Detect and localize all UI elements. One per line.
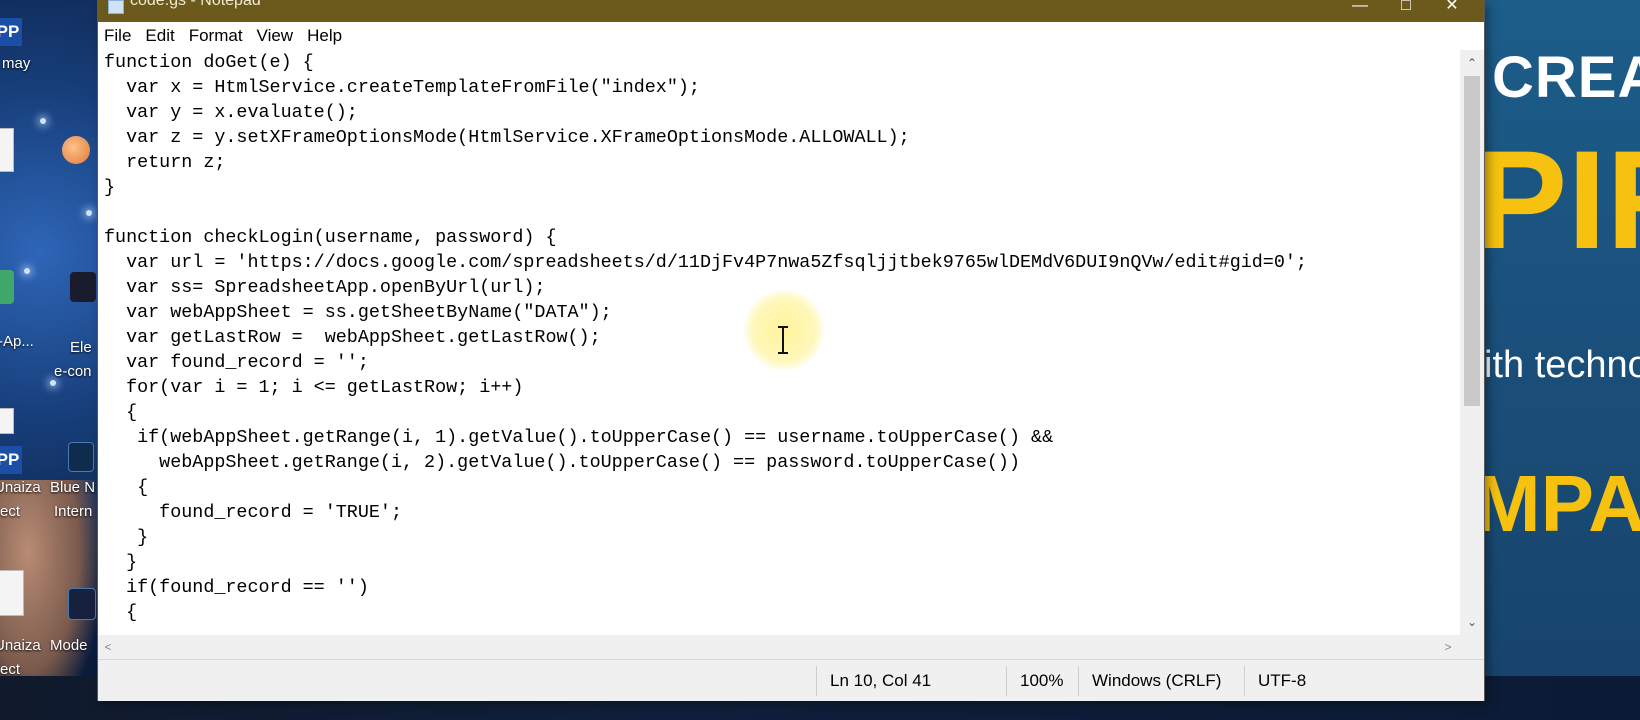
notepad-window: code.gs - Notepad — □ ✕ File Edit Format… (98, 0, 1484, 701)
sparkle-decoration (24, 268, 30, 274)
code-line: { (104, 602, 138, 623)
banner-text: ith techno (1484, 344, 1640, 386)
menu-bar: File Edit Format View Help (98, 22, 1484, 50)
desktop-icon-label: Unaiza (0, 637, 41, 654)
app-icon[interactable] (68, 442, 94, 472)
code-line: if(webAppSheet.getRange(i, 1).getValue()… (104, 427, 1054, 448)
status-bar: Ln 10, Col 41 100% Windows (CRLF) UTF-8 (98, 659, 1484, 701)
status-divider (816, 666, 817, 696)
cursor-position: Ln 10, Col 41 (830, 671, 932, 690)
banner-text: CREA (1492, 45, 1640, 110)
app-icon[interactable] (0, 270, 14, 304)
menu-file[interactable]: File (98, 22, 138, 50)
code-line: function checkLogin(username, password) … (104, 227, 557, 248)
desktop-icon-label: ect (0, 503, 21, 520)
code-line: var url = 'https://docs.google.com/sprea… (104, 252, 1307, 273)
menu-edit[interactable]: Edit (138, 22, 181, 50)
scroll-right-icon[interactable]: > (1438, 635, 1458, 659)
code-line: for(var i = 1; i <= getLastRow; i++) (104, 377, 524, 398)
code-line: function doGet(e) { (104, 52, 314, 73)
code-line: } (104, 527, 149, 548)
code-line: return z; (104, 152, 226, 173)
code-line: var y = x.evaluate(); (104, 102, 358, 123)
horizontal-scrollbar[interactable]: < > (98, 635, 1460, 659)
document-icon[interactable] (0, 408, 14, 434)
scroll-up-icon[interactable]: ⌃ (1460, 54, 1484, 72)
menu-help[interactable]: Help (300, 22, 349, 50)
desktop-icon-label: e-con (54, 363, 92, 380)
close-button[interactable]: ✕ (1430, 0, 1474, 22)
scroll-left-icon[interactable]: < (98, 635, 118, 659)
status-divider (1244, 666, 1245, 696)
scroll-down-icon[interactable]: ⌄ (1460, 613, 1484, 631)
code-line: webAppSheet.getRange(i, 2).getValue().to… (104, 452, 1021, 473)
desktop-icon-label: Intern (54, 503, 93, 520)
sparkle-decoration (40, 118, 46, 124)
vertical-scrollbar[interactable]: ⌃ ⌄ (1460, 50, 1484, 635)
code-line: if(found_record == '') (104, 577, 369, 598)
code-line: var webAppSheet = ss.getSheetByName("DAT… (104, 302, 612, 323)
maximize-icon: □ (1401, 0, 1411, 14)
window-title: code.gs - Notepad (130, 0, 261, 9)
scrollbar-thumb[interactable] (1464, 76, 1480, 406)
banner-text: PIR (1484, 121, 1640, 278)
minimize-button[interactable]: — (1338, 0, 1382, 22)
encoding: UTF-8 (1258, 671, 1307, 690)
desktop-icon-label: Blue N (50, 479, 96, 496)
text-cursor-icon (778, 326, 788, 354)
sparkle-decoration (86, 210, 92, 216)
desktop-icon-label: Mode (50, 637, 88, 654)
app-icon[interactable]: PP (0, 446, 22, 474)
document-icon[interactable] (0, 128, 14, 172)
notepad-icon (108, 0, 124, 14)
code-line: found_record = 'TRUE'; (104, 502, 402, 523)
app-icon[interactable] (68, 588, 96, 620)
text-editor-area[interactable]: function doGet(e) { var x = HtmlService.… (98, 50, 1460, 635)
title-bar[interactable]: code.gs - Notepad — □ ✕ (98, 0, 1484, 22)
code-line: var x = HtmlService.createTemplateFromFi… (104, 77, 700, 98)
menu-view[interactable]: View (250, 22, 301, 50)
status-divider (1006, 666, 1007, 696)
code-line: var ss= SpreadsheetApp.openByUrl(url); (104, 277, 546, 298)
zoom-level: 100% (1020, 671, 1064, 690)
desktop-icon-label: Unaiza (0, 479, 41, 496)
code-line: { (104, 477, 149, 498)
desktop-icon-label: -Ap... (0, 333, 34, 350)
background-banner: CREA PIR ith techno MPAN (1484, 0, 1640, 720)
banner-text: MPAN (1484, 459, 1640, 548)
menu-format[interactable]: Format (182, 22, 250, 50)
code-line: var found_record = ''; (104, 352, 369, 373)
desktop-icon-label: Ele (70, 339, 92, 356)
line-ending: Windows (CRLF) (1092, 671, 1222, 690)
code-line: var getLastRow = webAppSheet.getLastRow(… (104, 327, 601, 348)
code-line: { (104, 402, 138, 423)
desktop-background: PP may -Ap... Ele e-con PP Unaiza Blue N… (0, 0, 98, 720)
status-divider (1078, 666, 1079, 696)
document-icon[interactable] (0, 570, 24, 616)
maximize-button[interactable]: □ (1384, 0, 1428, 22)
close-icon: ✕ (1445, 0, 1459, 14)
minimize-icon: — (1352, 0, 1368, 14)
scrollbar-corner (1460, 635, 1484, 659)
code-line: var z = y.setXFrameOptionsMode(HtmlServi… (104, 127, 910, 148)
orb-decoration (62, 136, 90, 164)
code-line: } (104, 552, 138, 573)
desktop-icon-label: may (2, 55, 31, 72)
app-icon[interactable]: PP (0, 18, 22, 46)
code-line: } (104, 177, 116, 198)
app-icon[interactable] (70, 272, 96, 302)
